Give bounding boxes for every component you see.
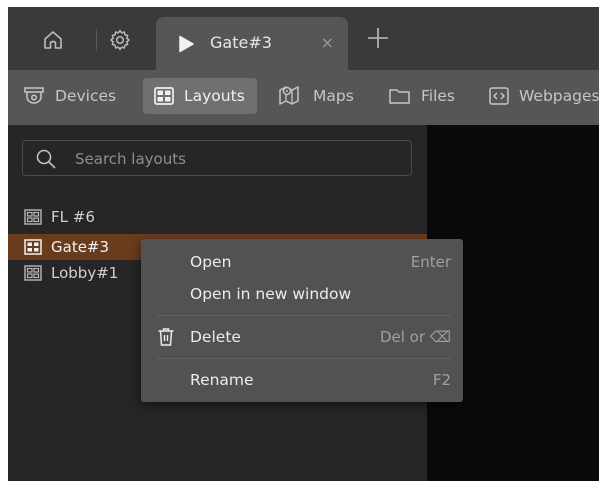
menu-item-delete[interactable]: Delete Del or ⌫ xyxy=(141,323,463,351)
list-item-label: Lobby#1 xyxy=(51,264,119,282)
menu-item-label: Delete xyxy=(190,328,241,346)
code-icon xyxy=(489,87,509,105)
search-box[interactable] xyxy=(22,140,412,176)
nav-item-label: Devices xyxy=(55,87,117,105)
nav-item-label: Files xyxy=(421,87,456,105)
menu-item-open[interactable]: Open Enter xyxy=(141,248,463,276)
layout-icon xyxy=(24,265,42,281)
list-item-label: Gate#3 xyxy=(51,238,110,256)
nav-item-devices[interactable]: Devices xyxy=(18,78,120,114)
menu-item-shortcut: F2 xyxy=(432,371,451,389)
play-icon xyxy=(179,35,194,53)
plus-icon[interactable] xyxy=(364,24,392,52)
nav-item-layouts[interactable]: Layouts xyxy=(143,78,257,114)
camera-icon xyxy=(24,87,44,104)
nav-item-label: Layouts xyxy=(184,87,245,105)
tab-bar-divider xyxy=(96,29,97,51)
menu-item-label: Open xyxy=(190,253,232,271)
menu-item-label: Rename xyxy=(190,371,254,389)
tab-label: Gate#3 xyxy=(210,33,272,52)
gear-icon[interactable] xyxy=(107,27,133,53)
close-icon[interactable]: × xyxy=(321,33,334,52)
tab-bar: Gate#3 × xyxy=(8,7,599,70)
nav-item-label: Webpages xyxy=(519,87,599,105)
search-input[interactable] xyxy=(73,147,397,171)
map-icon xyxy=(279,86,299,105)
list-item[interactable]: FL #6 xyxy=(8,204,427,230)
nav-item-files[interactable]: Files xyxy=(388,78,455,114)
menu-divider xyxy=(157,358,451,359)
menu-item-rename[interactable]: Rename F2 xyxy=(141,366,463,394)
search-icon xyxy=(36,149,56,169)
folder-icon xyxy=(389,89,410,104)
menu-divider xyxy=(157,315,451,316)
layout-icon xyxy=(154,87,174,105)
context-menu: Open Enter Open in new window Delete Del… xyxy=(141,239,463,402)
menu-item-shortcut: Del or ⌫ xyxy=(379,328,451,346)
list-item-label: FL #6 xyxy=(51,208,95,226)
layout-icon xyxy=(24,239,42,255)
nav-bar: Devices Layouts Maps Files Webpages xyxy=(8,70,599,125)
menu-item-open-new-window[interactable]: Open in new window xyxy=(141,280,463,308)
trash-icon xyxy=(158,328,174,346)
layout-icon xyxy=(24,209,42,225)
nav-item-maps[interactable]: Maps xyxy=(278,78,354,114)
menu-item-shortcut: Enter xyxy=(410,253,451,271)
nav-item-webpages[interactable]: Webpages xyxy=(488,78,599,114)
menu-item-label: Open in new window xyxy=(190,285,352,303)
nav-item-label: Maps xyxy=(313,87,354,105)
app-window: Gate#3 × Devices Layouts Maps Files Webp… xyxy=(8,7,599,481)
tab-gate3[interactable]: Gate#3 × xyxy=(156,17,348,70)
home-icon[interactable] xyxy=(40,27,66,53)
